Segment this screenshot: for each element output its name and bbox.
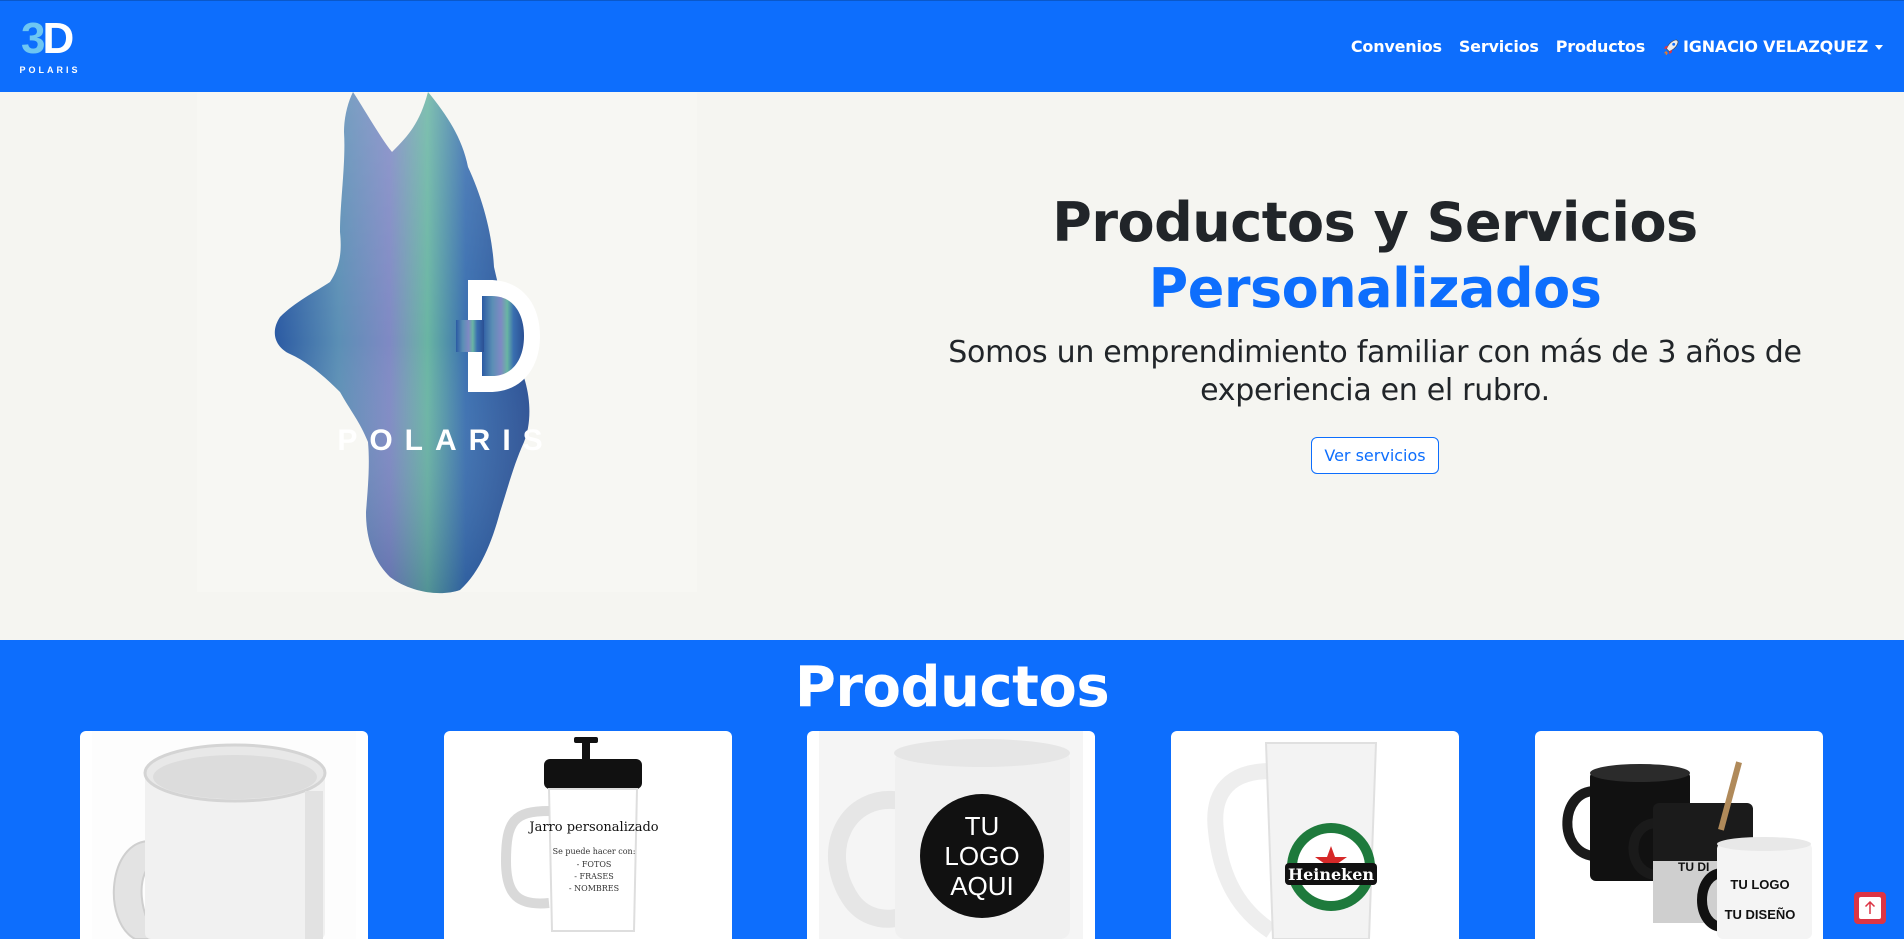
- product-card-beer-mug[interactable]: Heineken: [1171, 731, 1459, 939]
- products-section: Productos Jarro personalizado Se puede h…: [0, 640, 1904, 939]
- product-card-magic-mugs[interactable]: TU DI TU LOGO TU DISEÑO: [1535, 731, 1823, 939]
- caret-down-icon: [1875, 45, 1883, 50]
- hero-title-line2: Personalizados: [1148, 257, 1602, 320]
- polaris-wolf-logo: POLARIS: [274, 92, 554, 594]
- user-dropdown[interactable]: IGNACIO VELAZQUEZ: [1662, 37, 1883, 56]
- back-to-top-button[interactable]: [1854, 892, 1886, 924]
- svg-text:TU LOGO: TU LOGO: [1730, 877, 1789, 892]
- products-title: Productos: [794, 655, 1110, 720]
- nav-menu: Convenios Servicios Productos IGNACIO VE…: [1351, 37, 1883, 56]
- magic-mugs-image: TU DI TU LOGO TU DISEÑO: [1547, 731, 1812, 939]
- nav-link-convenios[interactable]: Convenios: [1351, 37, 1442, 56]
- arrow-up-icon: [1859, 897, 1881, 919]
- navbar: 3D POLARIS Convenios Servicios Productos…: [0, 0, 1904, 92]
- svg-text:- FRASES: - FRASES: [574, 872, 613, 881]
- brand-logo[interactable]: 3D POLARIS: [17, 15, 83, 77]
- product-card-travel-mug[interactable]: Jarro personalizado Se puede hacer con: …: [444, 731, 732, 939]
- travel-mug-image: Jarro personalizado Se puede hacer con: …: [456, 731, 720, 939]
- svg-text:TU: TU: [965, 811, 1000, 841]
- svg-text:TU DI: TU DI: [1678, 860, 1709, 874]
- hero-lead: Somos un emprendimiento familiar con más…: [948, 335, 1802, 408]
- product-card-white-mug[interactable]: [80, 731, 368, 939]
- svg-text:- FOTOS: - FOTOS: [577, 860, 612, 869]
- hero-section: POLARIS Productos y Servicios Personaliz…: [0, 92, 1904, 640]
- svg-text:POLARIS: POLARIS: [337, 424, 554, 457]
- rocket-icon: [1663, 38, 1679, 55]
- white-mug-image: [92, 731, 356, 939]
- brand-wordmark: POLARIS: [19, 65, 81, 75]
- svg-text:Jarro personalizado: Jarro personalizado: [527, 820, 658, 835]
- beer-mug-image: Heineken: [1183, 731, 1447, 939]
- user-name: IGNACIO VELAZQUEZ: [1683, 37, 1868, 56]
- svg-text:Se puede hacer con:: Se puede hacer con:: [553, 847, 636, 856]
- svg-text:LOGO: LOGO: [944, 841, 1019, 871]
- svg-text:AQUI: AQUI: [950, 871, 1014, 901]
- brand-mark: 3D: [21, 14, 74, 63]
- svg-text:TU DISEÑO: TU DISEÑO: [1725, 907, 1796, 922]
- product-card-logo-mug[interactable]: TU LOGO AQUI: [807, 731, 1095, 939]
- nav-link-productos[interactable]: Productos: [1556, 37, 1646, 56]
- nav-link-servicios[interactable]: Servicios: [1459, 37, 1539, 56]
- svg-text:Heineken: Heineken: [1288, 865, 1374, 884]
- hero-copy: Productos y Servicios Personalizados Som…: [930, 190, 1820, 474]
- svg-text:- NOMBRES: - NOMBRES: [569, 884, 619, 893]
- hero-title-line1: Productos y Servicios: [1052, 191, 1698, 254]
- ver-servicios-button[interactable]: Ver servicios: [1311, 437, 1439, 474]
- logo-mug-image: TU LOGO AQUI: [819, 731, 1083, 939]
